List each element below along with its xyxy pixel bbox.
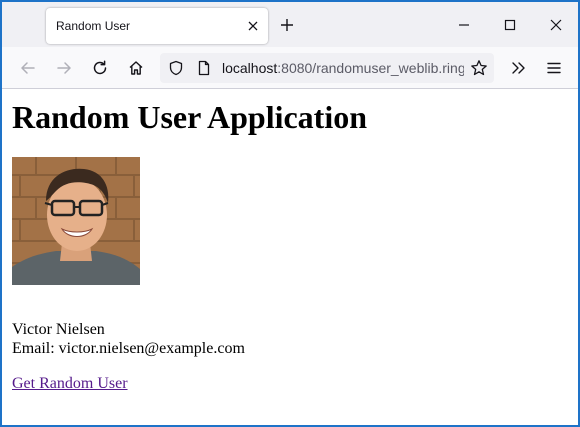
hamburger-icon[interactable] bbox=[544, 58, 564, 78]
window-close-icon[interactable] bbox=[546, 15, 566, 35]
user-email: Email: victor.nielsen@example.com bbox=[12, 340, 245, 357]
minimize-icon[interactable] bbox=[454, 15, 474, 35]
url-host: localhost bbox=[222, 60, 278, 76]
get-random-user-link[interactable]: Get Random User bbox=[12, 375, 128, 393]
shield-icon[interactable] bbox=[168, 60, 184, 76]
page-title: Random User Application bbox=[12, 99, 368, 135]
tab-strip: Random User bbox=[2, 2, 578, 47]
browser-window: Random User localhost:8080/randomuser_we… bbox=[0, 0, 580, 427]
url-text[interactable]: localhost:8080/randomuser_weblib.ring bbox=[222, 60, 464, 76]
user-name: Victor Nielsen bbox=[12, 321, 105, 338]
page-icon[interactable] bbox=[196, 60, 212, 76]
reload-icon[interactable] bbox=[90, 58, 110, 78]
page-content: Random User Application Victor Nielsen E… bbox=[2, 90, 578, 425]
arrow-right-icon[interactable] bbox=[54, 58, 74, 78]
tab-title: Random User bbox=[56, 19, 131, 33]
arrow-left-icon[interactable] bbox=[18, 58, 38, 78]
address-bar[interactable]: localhost:8080/randomuser_weblib.ring bbox=[160, 53, 494, 83]
chevrons-right-icon[interactable] bbox=[508, 58, 528, 78]
close-icon[interactable] bbox=[244, 17, 262, 35]
maximize-icon[interactable] bbox=[500, 15, 520, 35]
home-icon[interactable] bbox=[126, 58, 146, 78]
user-photo bbox=[12, 157, 140, 285]
tab-random-user[interactable]: Random User bbox=[46, 8, 268, 44]
navigation-toolbar: localhost:8080/randomuser_weblib.ring bbox=[2, 47, 578, 89]
star-icon[interactable] bbox=[470, 59, 488, 77]
url-path: :8080/randomuser_weblib.ring bbox=[277, 60, 464, 76]
plus-icon[interactable] bbox=[278, 16, 296, 34]
